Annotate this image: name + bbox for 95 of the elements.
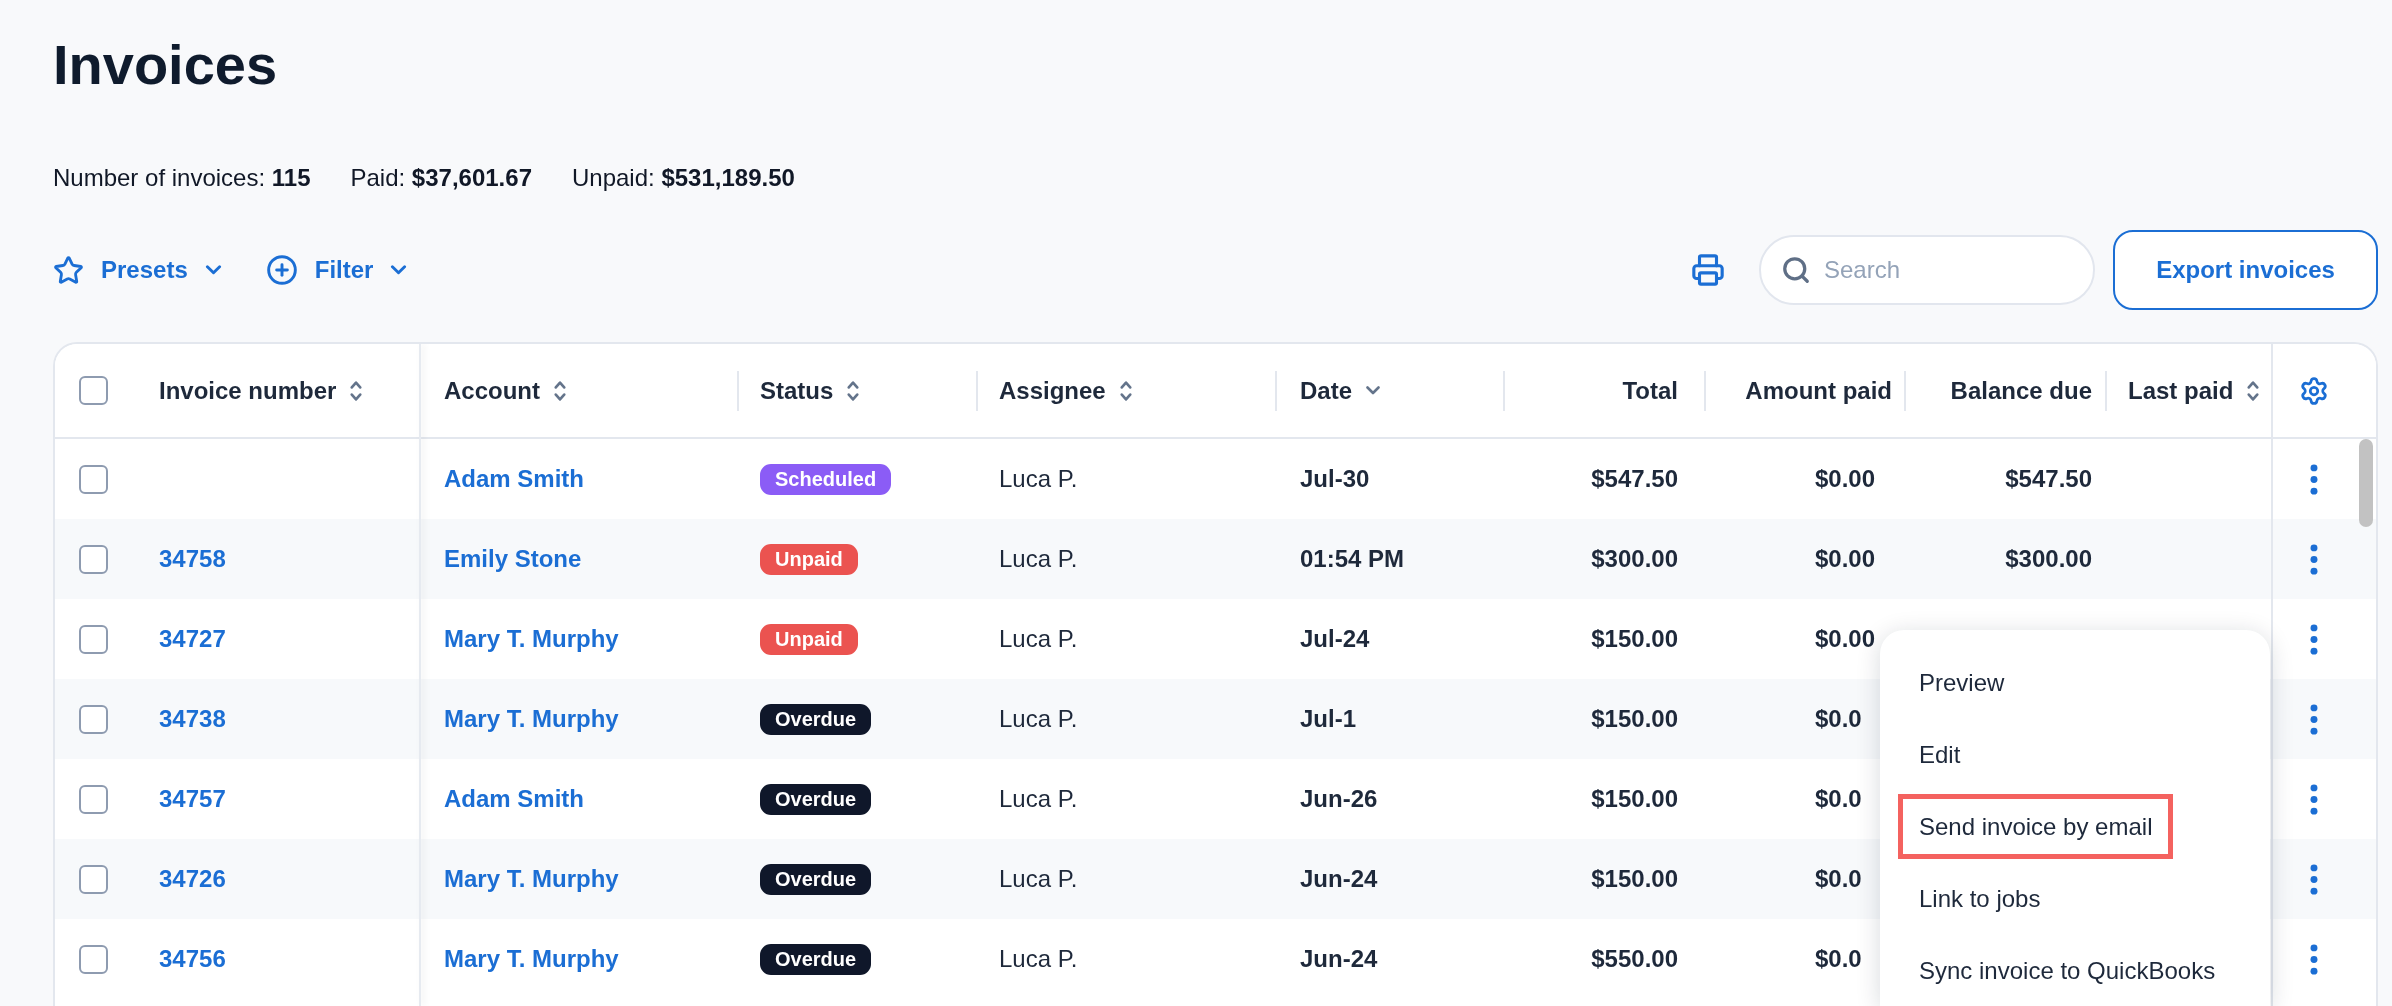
column-header[interactable]: Last paid xyxy=(2128,372,2260,409)
scrollbar-thumb[interactable] xyxy=(2359,439,2373,527)
summary-stat: Number of invoices: 115 xyxy=(53,163,311,193)
plus-circle-icon xyxy=(265,254,298,286)
date-value: Jun-24 xyxy=(1300,864,1378,894)
column-header[interactable]: Account xyxy=(444,372,566,409)
menu-item[interactable]: Link to jobs xyxy=(1898,866,2062,931)
total-amount: $150.00 xyxy=(1591,864,1678,894)
column-header: Amount paid xyxy=(1745,375,1892,406)
date-value: 01:54 PM xyxy=(1300,544,1405,574)
chevron-down-icon xyxy=(390,265,408,275)
column-header[interactable]: Assignee xyxy=(999,372,1132,409)
paid-amount: $0.0 xyxy=(1815,944,1862,974)
status-badge: Overdue xyxy=(760,943,872,975)
total-amount: $550.00 xyxy=(1591,944,1678,974)
page-title: Invoices xyxy=(53,32,278,98)
invoice-number-link[interactable]: 34726 xyxy=(159,861,226,897)
column-header[interactable]: Date xyxy=(1300,372,1381,409)
assignee-name: Luca P. xyxy=(999,944,1078,974)
checkbox[interactable] xyxy=(79,784,108,814)
checkbox[interactable] xyxy=(79,544,108,574)
paid-amount: $0.00 xyxy=(1815,624,1876,654)
star-icon xyxy=(53,254,84,286)
export-button[interactable]: Export invoices xyxy=(2113,230,2378,310)
vertical-ellipsis-icon[interactable] xyxy=(2310,783,2318,815)
date-value: Jul-30 xyxy=(1300,464,1370,494)
column-header: Total xyxy=(1622,375,1678,406)
assignee-name: Luca P. xyxy=(999,544,1078,574)
column-header: Balance due xyxy=(1950,375,2092,406)
total-amount: $150.00 xyxy=(1591,704,1678,734)
checkbox[interactable] xyxy=(79,944,108,974)
checkbox[interactable] xyxy=(79,464,108,494)
assignee-name: Luca P. xyxy=(999,784,1078,814)
balance-amount: $547.50 xyxy=(2005,464,2092,494)
checkbox[interactable] xyxy=(79,864,108,894)
account-link[interactable]: Mary T. Murphy xyxy=(444,621,619,657)
checkbox[interactable] xyxy=(79,704,108,734)
date-value: Jun-24 xyxy=(1300,944,1378,974)
invoice-number-link[interactable]: 34758 xyxy=(159,541,226,577)
assignee-name: Luca P. xyxy=(999,464,1078,494)
status-badge: Unpaid xyxy=(760,623,858,655)
vertical-ellipsis-icon[interactable] xyxy=(2310,943,2318,975)
vertical-ellipsis-icon[interactable] xyxy=(2310,543,2318,575)
column-header[interactable]: Status xyxy=(760,372,860,409)
status-badge: Overdue xyxy=(760,863,872,895)
paid-amount: $0.00 xyxy=(1815,544,1876,574)
account-link[interactable]: Mary T. Murphy xyxy=(444,861,619,897)
invoice-number-link[interactable]: 34727 xyxy=(159,621,226,657)
summary-stat: Unpaid: $531,189.50 xyxy=(572,163,795,193)
vertical-ellipsis-icon[interactable] xyxy=(2310,623,2318,655)
account-link[interactable]: Mary T. Murphy xyxy=(444,701,619,737)
checkbox[interactable] xyxy=(79,624,108,654)
invoice-number-link[interactable]: 34738 xyxy=(159,701,226,737)
balance-amount: $300.00 xyxy=(2005,544,2092,574)
filter-button[interactable]: Filter xyxy=(265,252,408,288)
date-value: Jul-24 xyxy=(1300,624,1370,654)
vertical-ellipsis-icon[interactable] xyxy=(2310,463,2318,495)
status-badge: Overdue xyxy=(760,703,872,735)
total-amount: $547.50 xyxy=(1591,464,1678,494)
status-badge: Unpaid xyxy=(760,543,858,575)
status-badge: Overdue xyxy=(760,783,872,815)
invoice-number-link[interactable]: 34757 xyxy=(159,781,226,817)
date-value: Jul-1 xyxy=(1300,704,1356,734)
paid-amount: $0.0 xyxy=(1815,784,1862,814)
account-link[interactable]: Adam Smith xyxy=(444,461,584,497)
vertical-ellipsis-icon[interactable] xyxy=(2310,863,2318,895)
printer-icon[interactable] xyxy=(1691,253,1725,287)
search-icon xyxy=(1781,255,1811,285)
menu-item[interactable]: Sync invoice to QuickBooks xyxy=(1898,938,2237,1003)
menu-item[interactable]: Edit xyxy=(1898,722,1982,787)
invoice-number-link[interactable]: 34756 xyxy=(159,941,226,977)
summary-stat: Paid: $37,601.67 xyxy=(350,163,532,193)
checkbox[interactable] xyxy=(79,376,108,405)
assignee-name: Luca P. xyxy=(999,704,1078,734)
date-value: Jun-26 xyxy=(1300,784,1378,814)
chevron-down-icon xyxy=(204,265,222,275)
settings-icon[interactable] xyxy=(2299,375,2329,406)
account-link[interactable]: Mary T. Murphy xyxy=(444,941,619,977)
assignee-name: Luca P. xyxy=(999,624,1078,654)
total-amount: $150.00 xyxy=(1591,784,1678,814)
paid-amount: $0.0 xyxy=(1815,864,1862,894)
presets-button[interactable]: Presets xyxy=(53,252,222,288)
total-amount: $150.00 xyxy=(1591,624,1678,654)
account-link[interactable]: Emily Stone xyxy=(444,541,582,577)
menu-item[interactable]: Send invoice by email xyxy=(1898,794,2174,859)
search-field[interactable]: Search xyxy=(1759,235,2095,305)
total-amount: $300.00 xyxy=(1591,544,1678,574)
column-header[interactable]: Invoice number xyxy=(159,372,363,409)
assignee-name: Luca P. xyxy=(999,864,1078,894)
status-badge: Scheduled xyxy=(760,463,892,495)
paid-amount: $0.00 xyxy=(1815,464,1876,494)
menu-item[interactable]: Preview xyxy=(1898,650,2026,715)
vertical-ellipsis-icon[interactable] xyxy=(2310,703,2318,735)
paid-amount: $0.0 xyxy=(1815,704,1862,734)
account-link[interactable]: Adam Smith xyxy=(444,781,584,817)
